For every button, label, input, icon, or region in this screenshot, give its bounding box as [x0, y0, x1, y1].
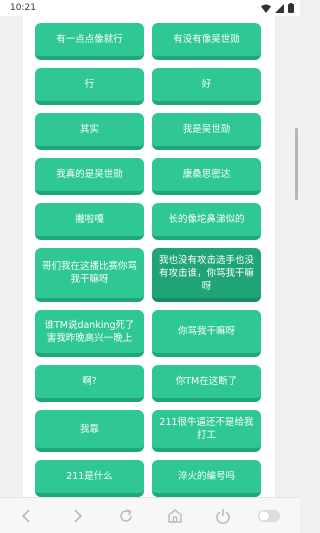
- sound-button-pressed[interactable]: 我也没有攻击选手也没有攻击谁，你骂我干嘛呀: [152, 248, 261, 302]
- sound-button[interactable]: 其实: [35, 113, 144, 150]
- sound-button[interactable]: 我是吴世勋: [152, 113, 261, 150]
- home-icon[interactable]: [166, 507, 184, 525]
- sound-button[interactable]: 谁TM说danking死了害我昨晚高兴一晚上: [35, 310, 144, 357]
- power-icon[interactable]: [214, 507, 232, 525]
- sound-button[interactable]: 淬火的编号吗: [152, 460, 261, 497]
- status-bar: 10:21: [0, 0, 300, 16]
- sound-button[interactable]: 有一点点像就行: [35, 23, 144, 60]
- sound-button[interactable]: 211很牛逼还不是给我打工: [152, 410, 261, 452]
- battery-icon: [288, 3, 294, 13]
- wifi-icon: [261, 4, 271, 13]
- refresh-icon[interactable]: [117, 507, 135, 525]
- sound-button[interactable]: 撇啦嘎: [35, 203, 144, 240]
- content-area[interactable]: 有一点点像就行 有没有像吴世勋 行 好 其实 我是吴世勋 我真的是吴世勋 康桑思…: [0, 16, 300, 497]
- sound-button[interactable]: 我靠: [35, 410, 144, 452]
- sound-button[interactable]: 好: [152, 68, 261, 105]
- sound-button[interactable]: 啊?: [35, 365, 144, 402]
- status-time: 10:21: [10, 3, 36, 13]
- sound-button[interactable]: 长的像坨鼻涕似的: [152, 203, 261, 240]
- chevron-right-icon[interactable]: [68, 507, 86, 525]
- signal-icon: [275, 3, 284, 13]
- toggle-knob: [259, 511, 269, 521]
- sound-button[interactable]: 行: [35, 68, 144, 105]
- sound-button[interactable]: 211是什么: [35, 460, 144, 497]
- sound-button[interactable]: 你TM在这断了: [152, 365, 261, 402]
- sound-button[interactable]: 有没有像吴世勋: [152, 23, 261, 60]
- bottom-nav-bar: [0, 497, 300, 533]
- status-icons: [261, 3, 294, 13]
- scrollbar[interactable]: [295, 128, 298, 200]
- sound-button[interactable]: 我真的是吴世勋: [35, 158, 144, 195]
- toggle-switch[interactable]: [258, 510, 280, 522]
- sound-button-grid: 有一点点像就行 有没有像吴世勋 行 好 其实 我是吴世勋 我真的是吴世勋 康桑思…: [35, 23, 261, 497]
- sound-button[interactable]: 你骂我干嘛呀: [152, 310, 261, 357]
- chevron-left-icon[interactable]: [18, 507, 36, 525]
- sound-button[interactable]: 康桑思密达: [152, 158, 261, 195]
- sound-button[interactable]: 哥们我在这播比赛你骂我干嘛呀: [35, 248, 144, 302]
